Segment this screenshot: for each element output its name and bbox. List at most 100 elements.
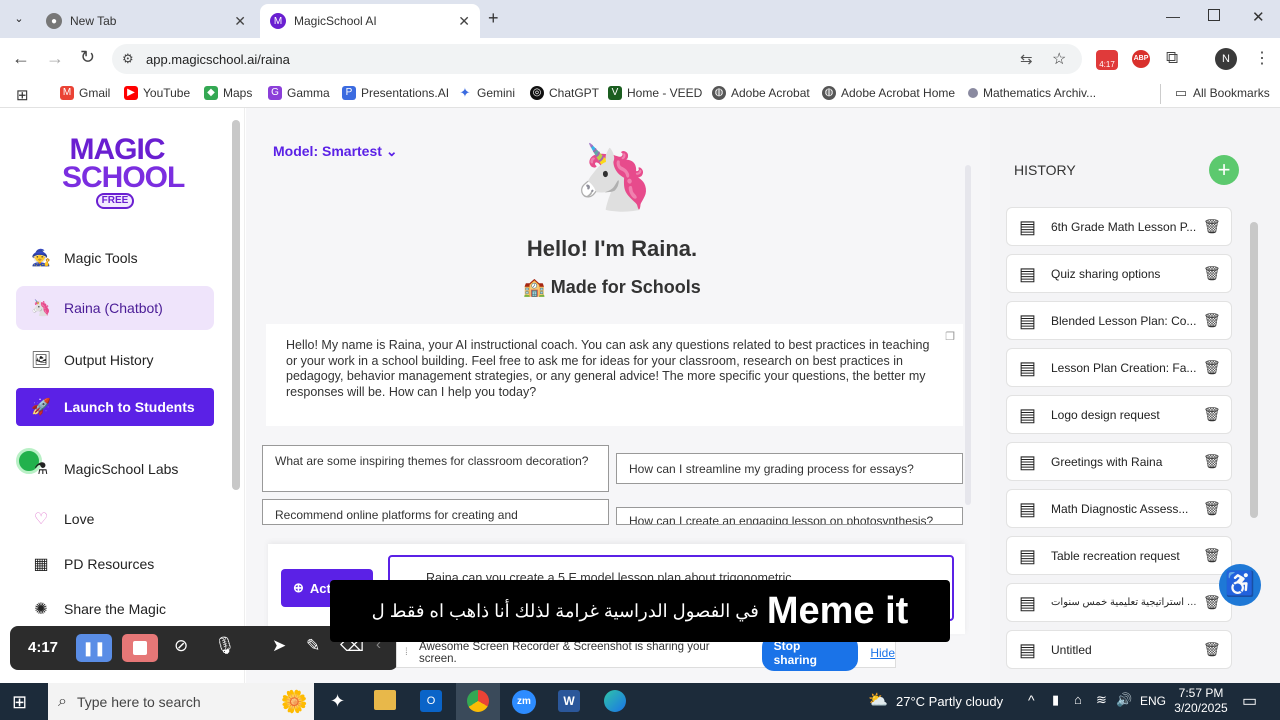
sidebar-scrollbar[interactable] — [232, 120, 240, 490]
bookmark-chatgpt[interactable]: ◎ ChatGPT — [530, 86, 599, 100]
hide-share-bar-button[interactable]: Hide — [870, 646, 895, 660]
history-item[interactable]: ▤ Lesson Plan Creation: Fa... 🗑 — [1006, 348, 1232, 387]
sidebar-item-love[interactable]: ♡ Love — [16, 497, 214, 541]
clock[interactable]: 7:57 PM 3/20/2025 — [1172, 686, 1230, 716]
bookmark-presentations-ai[interactable]: P Presentations.AI — [342, 86, 449, 100]
history-item[interactable]: ▤ Blended Lesson Plan: Co... 🗑 — [1006, 301, 1232, 340]
copy-icon[interactable]: ❐ — [945, 330, 955, 346]
tab-new-tab[interactable]: ● New Tab ✕ — [36, 4, 256, 38]
language-indicator[interactable]: ENG — [1140, 694, 1166, 708]
site-settings-icon[interactable]: ⚙ — [122, 51, 134, 67]
stop-icon[interactable] — [122, 634, 158, 662]
history-item[interactable]: ▤ خطة استراتيجية تعليمية خمس سنوات 🗑 — [1006, 583, 1232, 622]
new-chat-plus-icon[interactable]: + — [1209, 155, 1239, 185]
close-tab-icon[interactable]: ✕ — [234, 13, 246, 30]
sidebar-item-magic-tools[interactable]: 🧙 Magic Tools — [16, 236, 214, 280]
extension-recorder-icon[interactable]: 4:17 — [1096, 50, 1118, 70]
drag-handle-icon[interactable]: ⁞ — [405, 647, 408, 658]
history-item[interactable]: ▤ Quiz sharing options 🗑 — [1006, 254, 1232, 293]
forward-arrow-icon[interactable]: → — [46, 48, 64, 69]
translate-icon[interactable]: ⇆ — [1020, 50, 1033, 68]
tray-chevron-icon[interactable]: ^ — [1028, 692, 1035, 708]
network-icon[interactable]: ⌂ — [1074, 692, 1082, 707]
sidebar-item-pd-resources[interactable]: ▦ PD Resources — [16, 542, 214, 586]
bookmark-adobe-acrobat-home[interactable]: ◍ Adobe Acrobat Home — [822, 86, 955, 100]
notifications-icon[interactable]: ▭ — [1242, 691, 1257, 711]
edge-icon[interactable] — [604, 690, 626, 712]
bookmark-maps[interactable]: ◆ Maps — [204, 86, 252, 100]
pause-icon[interactable]: ❚❚ — [76, 634, 112, 662]
history-item[interactable]: ▤ 6th Grade Math Lesson P... 🗑 — [1006, 207, 1232, 246]
trash-icon[interactable]: 🗑 — [1203, 218, 1221, 235]
sidebar-item-output-history[interactable]: 🖼 Output History — [16, 338, 214, 382]
zoom-icon[interactable]: zm — [512, 690, 536, 714]
trash-icon[interactable]: 🗑 — [1203, 312, 1221, 329]
model-selector[interactable]: Model: Smartest ⌄ — [273, 143, 398, 160]
apps-grid-icon[interactable]: ⊞ — [16, 86, 29, 104]
profile-avatar[interactable]: N — [1215, 48, 1237, 70]
trash-icon[interactable]: 🗑 — [1203, 359, 1221, 376]
bookmark-star-icon[interactable]: ☆ — [1052, 49, 1066, 69]
all-bookmarks[interactable]: ▭ All Bookmarks — [1174, 86, 1270, 101]
taskbar-search[interactable]: ⌕ Type here to search 🌼 — [48, 683, 314, 720]
outlook-icon[interactable]: O — [420, 690, 442, 712]
launch-to-students-button[interactable]: 🚀 Launch to Students — [16, 388, 214, 426]
bookmark-mathematics-archive[interactable]: Mathematics Archiv... — [968, 86, 1096, 100]
close-tab-icon[interactable]: ✕ — [458, 13, 470, 30]
minimize-icon[interactable]: — — [1166, 8, 1180, 24]
history-item[interactable]: ▤ Untitled 🗑 — [1006, 630, 1232, 669]
bookmark-youtube[interactable]: ▶ YouTube — [124, 86, 190, 100]
sidebar-item-raina[interactable]: 🦄 Raina (Chatbot) — [16, 286, 214, 330]
battery-icon[interactable]: ▮ — [1052, 692, 1059, 708]
kebab-menu-icon[interactable]: ⋮ — [1254, 48, 1270, 68]
sidebar-item-share-the-magic[interactable]: ✺ Share the Magic — [16, 587, 214, 631]
chrome-taskbar-item[interactable] — [456, 683, 500, 720]
file-explorer-icon[interactable] — [374, 690, 396, 710]
address-bar[interactable]: ⚙ app.magicschool.ai/raina ⇆ ☆ — [112, 44, 1082, 74]
bookmark-gemini[interactable]: ✦ Gemini — [458, 86, 515, 101]
weather-text[interactable]: 27°C Partly cloudy — [896, 694, 1003, 709]
suggestion-chip[interactable]: How can I streamline my grading process … — [616, 453, 963, 484]
copilot-icon[interactable]: ✦ — [330, 691, 345, 712]
reload-icon[interactable]: ↻ — [80, 47, 95, 68]
trash-icon[interactable]: 🗑 — [1203, 453, 1221, 470]
chat-scrollbar[interactable] — [965, 165, 971, 505]
microphone-icon[interactable]: 🎙 — [214, 636, 236, 656]
history-scrollbar[interactable] — [1250, 222, 1258, 518]
tab-magicschool[interactable]: M MagicSchool AI ✕ — [260, 4, 480, 38]
accessibility-icon[interactable]: ♿ — [1219, 564, 1261, 606]
maximize-icon[interactable] — [1208, 9, 1220, 21]
suggestion-chip[interactable]: Recommend online platforms for creating … — [262, 499, 609, 525]
bookmark-adobe-acrobat[interactable]: ◍ Adobe Acrobat — [712, 86, 810, 100]
suggestion-chip[interactable]: How can I create an engaging lesson on p… — [616, 507, 963, 525]
bookmark-veed[interactable]: V Home - VEED — [608, 86, 702, 100]
extensions-puzzle-icon[interactable]: ⧉ — [1166, 48, 1178, 68]
trash-icon[interactable]: 🗑 — [1203, 547, 1221, 564]
tab-search-chevron-icon[interactable]: ⌄ — [10, 10, 28, 28]
pen-icon[interactable]: ✎ — [306, 636, 320, 656]
suggestion-chip[interactable]: What are some inspiring themes for class… — [262, 445, 609, 492]
bookmark-gmail[interactable]: M Gmail — [60, 86, 110, 100]
sidebar-item-magicschool-labs[interactable]: ⚗ MagicSchool Labs — [16, 447, 214, 491]
cursor-icon[interactable]: ➤ — [272, 636, 286, 656]
trash-icon[interactable]: 🗑 — [1203, 641, 1221, 658]
word-icon[interactable]: W — [558, 690, 580, 712]
trash-icon[interactable]: 🗑 — [1203, 500, 1221, 517]
history-item[interactable]: ▤ Math Diagnostic Assess... 🗑 — [1006, 489, 1232, 528]
history-item[interactable]: ▤ Table recreation request 🗑 — [1006, 536, 1232, 575]
bookmark-gamma[interactable]: G Gamma — [268, 86, 330, 100]
wifi-icon[interactable]: ≋ — [1096, 692, 1107, 708]
adblock-icon[interactable]: ABP — [1132, 50, 1150, 68]
back-arrow-icon[interactable]: ← — [12, 48, 30, 69]
trash-icon[interactable]: 🗑 — [1203, 406, 1221, 423]
camera-off-icon[interactable]: ⊘ — [174, 636, 188, 656]
volume-icon[interactable]: 🔊 — [1116, 692, 1132, 708]
trash-icon[interactable]: 🗑 — [1203, 265, 1221, 282]
magicschool-logo[interactable]: MAGIC SCHOOL — [62, 135, 185, 193]
windows-start-icon[interactable]: ⊞ — [12, 692, 27, 713]
close-window-icon[interactable]: ✕ — [1252, 8, 1265, 26]
history-item[interactable]: ▤ Greetings with Raina 🗑 — [1006, 442, 1232, 481]
history-item[interactable]: ▤ Logo design request 🗑 — [1006, 395, 1232, 434]
new-tab-plus-icon[interactable]: + — [488, 8, 499, 29]
trash-icon[interactable]: 🗑 — [1203, 594, 1221, 611]
